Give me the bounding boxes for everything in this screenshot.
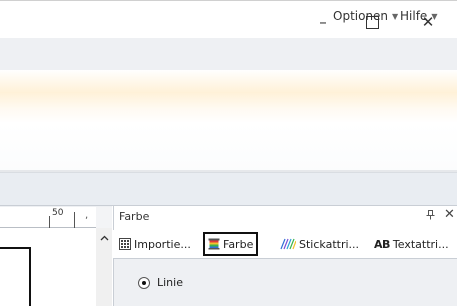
pin-icon[interactable] bbox=[426, 210, 435, 223]
horizontal-ruler bbox=[0, 207, 96, 228]
design-canvas[interactable] bbox=[0, 228, 96, 306]
stitch-attributes-icon bbox=[280, 238, 297, 250]
tab-stickattribute-label: Stickattri... bbox=[299, 237, 360, 251]
panel-header bbox=[113, 207, 457, 229]
hoop-border bbox=[0, 247, 30, 249]
chevron-down-icon: ▼ bbox=[392, 12, 399, 21]
import-grid-icon bbox=[119, 238, 131, 250]
tab-import-label: Importie... bbox=[134, 237, 191, 251]
color-spool-icon bbox=[208, 238, 220, 250]
toolbar-strip bbox=[0, 172, 457, 206]
tab-farbe-label: Farbe bbox=[223, 237, 254, 251]
radio-selected-dot bbox=[142, 280, 146, 285]
ruler-tick bbox=[74, 212, 75, 228]
chevron-down-icon: ▼ bbox=[431, 12, 438, 21]
ruler-mark: , bbox=[85, 210, 89, 221]
radio-linie-label: Linie bbox=[157, 276, 183, 289]
menu-bar bbox=[0, 38, 457, 70]
text-attributes-icon: AB bbox=[374, 237, 390, 251]
ruler-corner bbox=[96, 207, 112, 228]
tab-import[interactable]: Importie... bbox=[119, 233, 191, 255]
ruler-tick bbox=[49, 216, 50, 228]
hoop-border bbox=[29, 247, 31, 306]
minimize-icon: – bbox=[319, 13, 327, 31]
tab-textattribute[interactable]: AB Textattri... bbox=[374, 233, 449, 255]
radio-linie[interactable]: Linie bbox=[138, 276, 183, 289]
radio-button[interactable] bbox=[138, 276, 150, 289]
ruler-label: 50 bbox=[52, 208, 64, 218]
panel-close-icon[interactable]: ✕ bbox=[444, 207, 455, 222]
ribbon-area bbox=[0, 70, 457, 172]
menu-hilfe-label: Hilfe bbox=[400, 9, 428, 23]
scroll-up-icon[interactable] bbox=[96, 232, 112, 246]
tab-textattribute-label: Textattri... bbox=[392, 237, 449, 251]
panel-title: Farbe bbox=[119, 210, 150, 223]
tab-stickattribute[interactable]: Stickattri... bbox=[280, 233, 359, 255]
menu-optionen[interactable]: Optionen ▼ bbox=[333, 0, 398, 32]
tab-farbe[interactable]: Farbe bbox=[203, 232, 259, 256]
menu-optionen-label: Optionen bbox=[333, 9, 389, 23]
menu-hilfe[interactable]: Hilfe ▼ bbox=[400, 0, 437, 32]
